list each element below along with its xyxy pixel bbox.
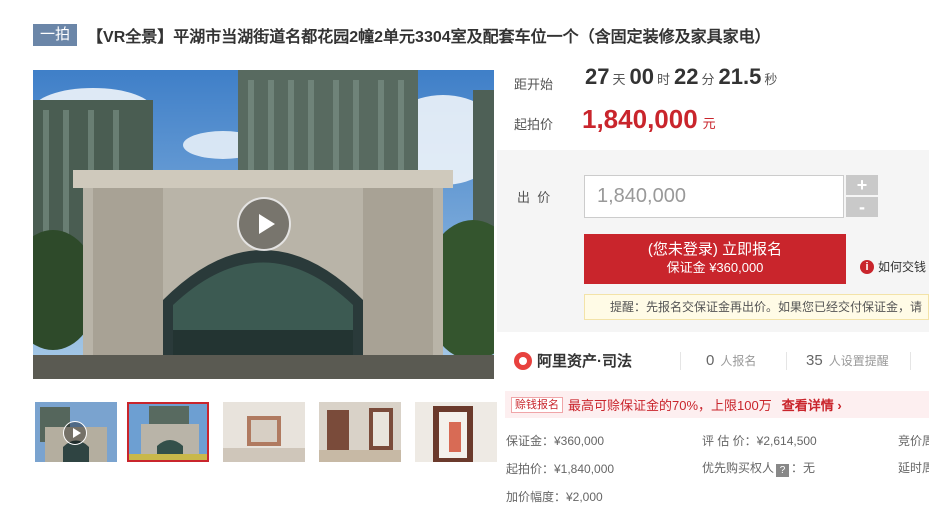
priority-buyer-label: 优先购买权人 [702,461,775,475]
signup-deposit-label: 保证金 ¥360,000 [666,260,764,275]
countdown-minutes-unit: 分 [701,72,715,87]
increment-info: 加价幅度：¥2,000 [506,490,603,504]
brand[interactable]: 阿里资产·司法 [514,350,632,371]
reminder-label: 人设置提醒 [828,354,889,368]
signup-button[interactable]: (您未登录) 立即报名 保证金 ¥360,000 [584,234,846,284]
registered-label: 人报名 [720,354,757,368]
registered-count: 0 [706,352,715,369]
brand-name: 阿里资产·司法 [537,353,632,370]
start-price-unit: 元 [702,116,716,131]
alibaba-asset-logo [514,351,532,370]
auction-page: 一拍 【VR全景】平湖市当湖街道名都花园2幢2单元3304室及配套车位一个（含固… [0,0,929,523]
thumbnail-doorway[interactable] [415,402,497,462]
main-photo[interactable] [33,70,494,379]
view-details-link[interactable]: 查看详情 › [782,395,842,414]
divider [680,352,681,370]
help-icon[interactable]: ? [776,464,790,477]
reminder-count: 35 [806,352,823,369]
deposit-info: 保证金：¥360,000 [506,434,605,448]
thumbnail-video[interactable] [35,402,117,462]
priority-buyer-info: 优先购买权人? ：无 [702,459,815,477]
how-to-pay-label: 如何交钱 [878,260,927,274]
appraisal-info: 评 估 价：¥2,614,500 [702,434,817,448]
how-to-pay-link[interactable]: i 如何交钱 [860,258,926,275]
divider [786,352,787,370]
thumbnail-image [223,402,305,462]
reminder-stat: 35 人设置提醒 [806,352,889,369]
bid-label: 出 价 [517,190,551,205]
priority-buyer-value: ：无 [791,461,816,475]
page-title: 【VR全景】平湖市当湖街道名都花园2幢2单元3304室及配套车位一个（含固定装修… [87,29,771,46]
play-icon [63,421,87,445]
start-price-info: 起拍价：¥1,840,000 [506,462,615,476]
start-price-label: 起拍价 [514,117,554,132]
thumbnail-image [129,404,207,460]
decrease-bid-button[interactable]: - [846,197,878,217]
countdown-days-unit: 天 [612,72,626,87]
info-icon: i [860,259,874,274]
delay-cycle-info: 延时周 [898,461,929,475]
increase-bid-button[interactable]: + [846,175,878,195]
start-price-value: 1,840,000 [582,104,698,134]
countdown-hours: 00 [629,64,654,89]
deposit-loan-banner: 赊钱报名 最高可赊保证金的70%，上限100万 查看详情 › [505,391,929,418]
deposit-reminder: 提醒：先报名交保证金再出价。如果您已经交付保证金，请 [584,294,929,320]
countdown-minutes: 22 [674,64,699,89]
promo-text: 最高可赊保证金的70%，上限100万 [568,398,772,413]
bid-input[interactable]: 1,840,000 [584,175,844,218]
thumbnail-room[interactable] [223,402,305,462]
countdown-days: 27 [585,64,610,89]
countdown-hours-unit: 时 [656,72,670,87]
countdown-label: 距开始 [514,77,554,92]
thumbnail-image [415,402,497,462]
promo-tag: 赊钱报名 [511,396,563,413]
thumbnail-living-room[interactable] [319,402,401,462]
countdown-seconds-unit: 秒 [764,72,778,87]
play-icon[interactable] [237,197,291,251]
thumbnail-strip [33,402,497,462]
auction-round-badge: 一拍 [33,24,78,46]
auction-cycle-info: 竞价周 [898,434,929,448]
countdown-seconds: 21.5 [718,64,762,89]
countdown: 27 天 00 时 22 分 21.5 秒 [585,64,781,90]
divider [910,352,911,370]
signup-button-label: (您未登录) 立即报名 [647,241,783,258]
thumbnail-gate[interactable] [127,402,209,462]
title-row: 一拍 【VR全景】平湖市当湖街道名都花园2幢2单元3304室及配套车位一个（含固… [33,24,771,46]
start-price: 1,840,000 元 [582,104,716,135]
registered-stat: 0 人报名 [706,352,756,369]
thumbnail-image [319,402,401,462]
